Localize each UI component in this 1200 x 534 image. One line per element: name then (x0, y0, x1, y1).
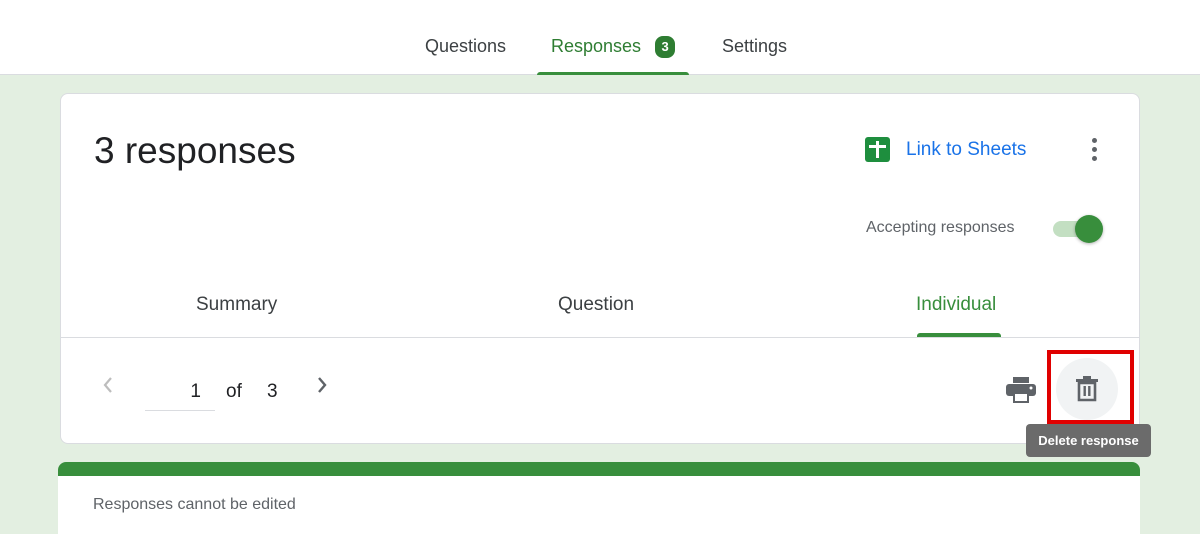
next-response-button[interactable] (315, 374, 329, 402)
page-number-input[interactable]: 1 (145, 377, 215, 411)
subtab-individual[interactable]: Individual (916, 294, 996, 316)
more-vert-icon-dot (1092, 156, 1097, 161)
delete-highlight-box (1047, 350, 1134, 424)
chevron-right-icon (318, 377, 327, 393)
chevron-left-icon (103, 377, 112, 393)
accepting-responses-label: Accepting responses (866, 219, 1015, 236)
toggle-knob (1075, 215, 1103, 243)
previous-response-button[interactable] (101, 374, 115, 402)
more-vert-icon-dot (1092, 147, 1097, 152)
tab-questions[interactable]: Questions (425, 36, 506, 75)
response-card: Responses cannot be edited (58, 462, 1140, 534)
pager-of-label: of (226, 381, 242, 402)
delete-response-tooltip: Delete response (1026, 424, 1151, 457)
responses-count-badge: 3 (655, 36, 676, 58)
tab-responses[interactable]: Responses 3 (537, 36, 690, 75)
top-nav-bar: Questions Responses 3 Settings (0, 0, 1200, 75)
trash-icon (1076, 376, 1098, 402)
responses-count-title: 3 responses (94, 130, 296, 171)
tab-responses-label: Responses (551, 36, 642, 56)
more-options-button[interactable] (1083, 136, 1107, 164)
responses-not-editable-notice: Responses cannot be edited (93, 496, 296, 513)
subtab-question[interactable]: Question (558, 294, 634, 316)
print-button[interactable] (1006, 377, 1036, 403)
active-tab-indicator (537, 72, 690, 75)
more-vert-icon (1092, 138, 1097, 143)
sheets-icon (865, 137, 890, 162)
delete-response-button[interactable] (1056, 358, 1118, 420)
pager-total: 3 (267, 381, 278, 402)
link-to-sheets-label: Link to Sheets (906, 138, 1027, 160)
accepting-responses-toggle[interactable] (1053, 214, 1107, 244)
tab-settings[interactable]: Settings (722, 36, 787, 75)
link-to-sheets-button[interactable]: Link to Sheets (865, 137, 1026, 162)
divider (61, 337, 1139, 338)
print-icon (1006, 377, 1036, 403)
subtab-summary[interactable]: Summary (196, 294, 277, 316)
tab-questions-label: Questions (425, 36, 507, 56)
responses-summary-card: 3 responses Link to Sheets Accepting res… (60, 93, 1140, 444)
card-accent-bar (58, 462, 1140, 476)
tab-settings-label: Settings (722, 36, 788, 56)
